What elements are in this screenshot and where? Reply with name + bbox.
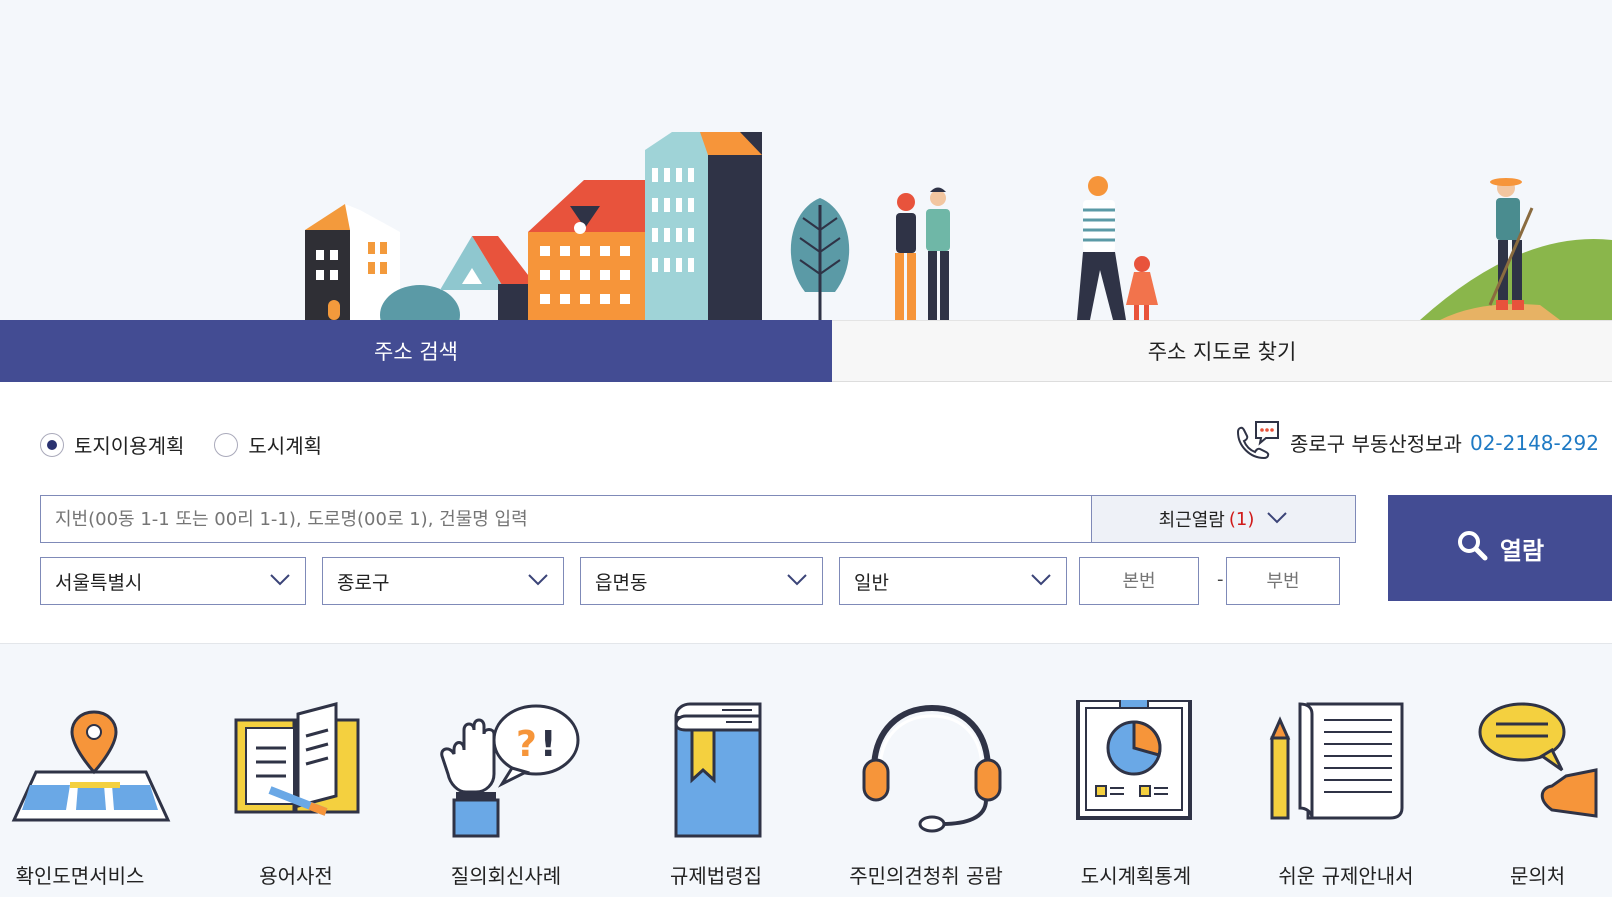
- document-pencil-icon: [1256, 700, 1436, 840]
- chevron-down-icon: [527, 570, 549, 592]
- district-select-value: 종로구: [337, 571, 390, 594]
- tab-map-search[interactable]: 주소 지도로 찾기: [832, 320, 1612, 382]
- service-shortcuts: 확인도면서비스 용어사전 ? ! 질의회신사례 규제법령집 주민의견청취 공람 …: [0, 697, 1612, 897]
- search-tabs: 주소 검색 주소 지도로 찾기: [0, 320, 1612, 394]
- radio-dot[interactable]: [214, 432, 239, 457]
- service-map-confirmation[interactable]: 확인도면서비스: [0, 700, 180, 897]
- service-label: 문의처: [1510, 864, 1566, 888]
- chevron-down-icon: [1030, 570, 1052, 592]
- town-select[interactable]: 읍면동: [580, 557, 823, 605]
- service-qa-cases[interactable]: ? ! 질의회신사례: [416, 700, 596, 897]
- plan-type-radios: 토지이용계획 도시계획: [40, 430, 322, 459]
- book-icon: [206, 700, 386, 840]
- service-regulation-laws[interactable]: 규제법령집: [626, 700, 806, 897]
- sub-number-input[interactable]: [1226, 557, 1340, 605]
- office-name: 종로구 부동산정보과: [1290, 432, 1462, 456]
- service-label: 쉬운 규제안내서: [1278, 864, 1414, 888]
- service-label: 확인도면서비스: [15, 864, 145, 888]
- number-separator: -: [1217, 569, 1224, 590]
- service-label: 규제법령집: [670, 864, 762, 888]
- search-panel: 토지이용계획 도시계획 종로구 부동산정보과 02-2148-292 최근열람 …: [0, 382, 1612, 644]
- main-number-input[interactable]: [1079, 557, 1199, 605]
- phone-number[interactable]: 02-2148-292: [1470, 431, 1599, 455]
- contact-info: 종로구 부동산정보과 02-2148-292: [1232, 418, 1599, 467]
- speech-bubble-icon: [1466, 700, 1612, 840]
- search-button[interactable]: 열람: [1388, 495, 1612, 601]
- hero-illustration: [0, 0, 1612, 320]
- radio-label: 도시계획: [248, 434, 323, 458]
- service-public-hearing[interactable]: 주민의견청취 공람: [836, 700, 1016, 897]
- service-easy-regulation-guide[interactable]: 쉬운 규제안내서: [1256, 700, 1436, 897]
- map-pin-icon: [0, 700, 180, 840]
- recent-views-label: 최근열람: [1158, 510, 1225, 531]
- search-icon: [1456, 529, 1488, 567]
- search-button-label: 열람: [1499, 536, 1545, 565]
- svg-text:!: !: [540, 724, 556, 765]
- chevron-down-icon: [269, 570, 291, 592]
- radio-urban-plan[interactable]: 도시계획: [214, 430, 322, 459]
- chevron-down-icon: [786, 570, 808, 592]
- phone-chat-icon: [1232, 418, 1282, 467]
- svg-text:?: ?: [516, 724, 537, 765]
- tab-address-search[interactable]: 주소 검색: [0, 320, 832, 394]
- recent-views-dropdown[interactable]: 최근열람 (1): [1092, 495, 1356, 543]
- town-select-value: 읍면동: [595, 571, 648, 594]
- radio-dot-selected[interactable]: [40, 432, 64, 457]
- service-label: 도시계획통계: [1080, 864, 1192, 888]
- city-select-value: 서울특별시: [55, 571, 143, 594]
- lot-type-select[interactable]: 일반: [839, 557, 1067, 605]
- chart-board-icon: [1046, 697, 1226, 840]
- service-label: 주민의견청취 공람: [849, 864, 1003, 888]
- service-glossary[interactable]: 용어사전: [206, 700, 386, 897]
- chevron-down-icon: [1266, 509, 1288, 530]
- service-contact[interactable]: 문의처: [1466, 700, 1612, 897]
- question-hand-icon: ? !: [416, 700, 596, 840]
- headset-icon: [836, 700, 1016, 840]
- service-label: 질의회신사례: [450, 864, 562, 888]
- service-urban-plan-stats[interactable]: 도시계획통계: [1046, 697, 1226, 897]
- recent-views-count: (1): [1228, 508, 1255, 530]
- radio-label: 토지이용계획: [74, 434, 185, 458]
- lot-type-select-value: 일반: [854, 571, 889, 594]
- radio-land-use-plan[interactable]: 토지이용계획: [40, 430, 184, 459]
- address-search-input[interactable]: [40, 495, 1092, 543]
- service-label: 용어사전: [259, 864, 333, 888]
- city-select[interactable]: 서울특별시: [40, 557, 306, 605]
- law-book-icon: [626, 700, 806, 840]
- district-select[interactable]: 종로구: [322, 557, 564, 605]
